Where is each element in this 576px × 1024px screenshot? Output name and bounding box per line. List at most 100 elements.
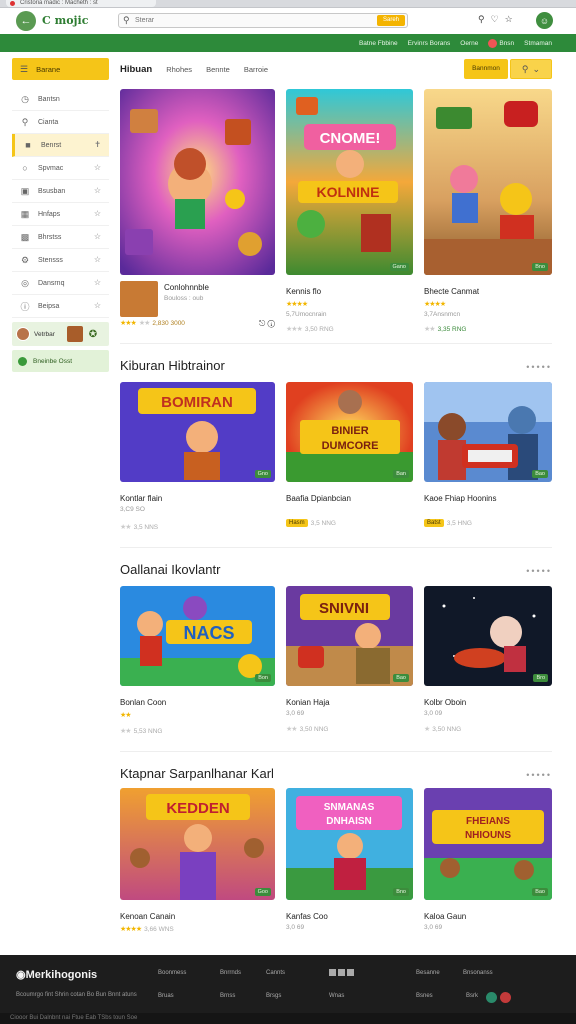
game-card[interactable]: BINIER DUMCORE Ban Baafia Dpianbcian Hasm 3… — [286, 382, 413, 531]
game-cover-image[interactable] — [120, 89, 275, 275]
social-icon[interactable] — [486, 992, 497, 1003]
footer-link[interactable]: Bruas — [158, 993, 174, 999]
game-title[interactable]: Kaloa Gaun — [424, 912, 552, 921]
game-title[interactable]: Conlohnnble — [164, 283, 209, 292]
game-title[interactable]: Kolbr Oboin — [424, 698, 552, 707]
game-cover-image[interactable]: CNOME! KOLNINE Gano — [286, 89, 413, 275]
more-dots-icon[interactable]: ••••• — [526, 362, 552, 372]
footer-link[interactable]: Wnas — [329, 993, 344, 999]
section-title-text: Oallanai Ikovlantr — [120, 561, 221, 577]
tab-bennte[interactable]: Bennte — [206, 65, 230, 74]
footer-logo[interactable]: ◉Merkihogonis — [16, 968, 97, 981]
bookmark-icon[interactable]: ⎋ ⓘ — [259, 319, 275, 329]
sidebar-item-10[interactable]: ⓘ Beipsa ☆ — [12, 295, 109, 318]
game-cover-image[interactable]: KEDDEN Goo — [120, 788, 275, 900]
game-subtitle: 3,C9 SO — [120, 506, 145, 513]
game-title[interactable]: Kontlar flain — [120, 494, 275, 503]
game-cover-image[interactable]: SNMANAS DNHAISN Bno — [286, 788, 413, 900]
browser-tab[interactable]: Cristoria madic : Macheth : st — [6, 0, 156, 7]
game-card[interactable]: NACS Bon Bonlan Coon ★★ ★★ 5,53 NNG — [120, 586, 275, 735]
svg-text:SNMANAS: SNMANAS — [324, 802, 375, 813]
game-title[interactable]: Bonlan Coon — [120, 698, 275, 707]
rating-value: 3,35 RNG — [437, 325, 467, 333]
game-cover-image[interactable]: SNIVNI Bao — [286, 586, 413, 686]
app-store-icon[interactable] — [329, 969, 354, 976]
tab-hibuan[interactable]: Hibuan — [120, 64, 152, 75]
sidebar-item-6[interactable]: ▦ Hnfaps ☆ — [12, 203, 109, 226]
star-icon: ☆ — [93, 278, 101, 287]
nav-link-2[interactable]: Ervinrs Borans — [408, 40, 451, 47]
game-cover-image[interactable]: NACS Bon — [120, 586, 275, 686]
sidebar-user-card[interactable]: Vetrbar ✪ — [12, 322, 109, 346]
nav-link-1[interactable]: Batne Fbbine — [359, 40, 398, 47]
game-rating: Hasm 3,5 NNG — [286, 519, 413, 527]
tab-barroie[interactable]: Barroie — [244, 65, 268, 74]
footer-link[interactable]: Brsgs — [266, 993, 281, 999]
star-icon[interactable]: ☆ — [505, 14, 513, 25]
game-card[interactable]: SNMANAS DNHAISN Bno Kanfas Coo 3,0 69 — [286, 788, 413, 933]
game-title[interactable]: Bhecte Canmat — [424, 287, 552, 296]
game-title[interactable]: Kaoe Fhiap Hoonins — [424, 494, 552, 503]
game-title[interactable]: Kennis flo — [286, 287, 413, 296]
menu-icon[interactable]: ☰ — [20, 64, 28, 75]
search-input[interactable] — [135, 15, 335, 26]
game-title[interactable]: Kenoan Canain — [120, 912, 275, 921]
game-cover-image[interactable]: Bao — [424, 382, 552, 482]
footer-link[interactable]: Boonmess — [158, 970, 186, 976]
game-cover-image[interactable]: BOMIRAN Gno — [120, 382, 275, 482]
bannmon-button[interactable]: Bannmon — [464, 59, 508, 79]
footer-link[interactable]: Besanne — [416, 970, 440, 976]
tab-rhohes[interactable]: Rhohes — [166, 65, 192, 74]
footer-link[interactable]: Brnss — [220, 993, 235, 999]
sidebar-item-4[interactable]: ○ Spvmac ☆ — [12, 157, 109, 180]
star-icon: ✝ — [94, 140, 101, 149]
nav-link-3[interactable]: Oerne — [460, 40, 478, 47]
game-title[interactable]: Baafia Dpianbcian — [286, 494, 413, 503]
sidebar-item-1[interactable]: ◷ Bantsn — [12, 88, 109, 111]
game-card[interactable]: Bno Bhecte Canmat ★★★★ 3,7Ansnmcn ★★ 3,35… — [424, 89, 552, 333]
game-card[interactable]: BOMIRAN Gno Kontlar flain 3,C9 SO ★★ 3,5 N… — [120, 382, 275, 531]
sidebar-item-3[interactable]: ■ Benrst ✝ — [12, 134, 109, 157]
game-card[interactable]: FHEIANS NHIOUNS Bao Kaloa Gaun 3,0 69 — [424, 788, 552, 933]
footer-link[interactable]: Cannts — [266, 970, 285, 976]
footer-link[interactable]: Bnsonanss — [463, 970, 493, 976]
sidebar-item-2[interactable]: ⚲ Cianta — [12, 111, 109, 134]
more-dots-icon[interactable]: ••••• — [526, 770, 552, 780]
footer-link[interactable]: Bsnes — [416, 993, 433, 999]
star-empty-icon: ★★ — [120, 728, 132, 735]
more-dots-icon[interactable]: ••••• — [526, 566, 552, 576]
game-title[interactable]: Kanfas Coo — [286, 912, 413, 921]
sidebar-item-7[interactable]: ▩ Bhrstss ☆ — [12, 226, 109, 249]
game-card[interactable]: Conlohnnble Bouloss : oub ★★★ ★★ 2,830 30… — [120, 89, 275, 333]
game-card[interactable]: SNIVNI Bao Konian Haja 3,0 69 ★★ 3,50 NNG — [286, 586, 413, 735]
game-card[interactable]: CNOME! KOLNINE Gano Kennis flo ★★★★ 5,7Um… — [286, 89, 413, 333]
top-bar: ← C mojic ⚲ Sareh ⚲ ♡ ☆ ☺ — [0, 8, 576, 34]
search-go-button[interactable]: Sareh — [377, 15, 405, 26]
sidebar-header[interactable]: ☰ Barane — [12, 58, 109, 80]
game-title[interactable]: Konian Haja — [286, 698, 413, 707]
game-card[interactable]: Bro Kolbr Oboin 3,0 09 ★ 3,50 NNG — [424, 586, 552, 735]
nav-link-5[interactable]: Stmaman — [524, 40, 552, 47]
section-title-text: Kiburan Hibtrainor — [120, 357, 225, 373]
game-cover-image[interactable]: Bro — [424, 586, 552, 686]
game-cover-image[interactable]: FHEIANS NHIOUNS Bao — [424, 788, 552, 900]
brand-logo[interactable]: C mojic — [42, 14, 88, 27]
footer-link[interactable]: Bsrk — [466, 993, 478, 999]
profile-avatar[interactable]: ☺ — [536, 12, 553, 29]
social-icon[interactable] — [500, 992, 511, 1003]
user-search-icon[interactable]: ⚲ — [478, 14, 485, 25]
search-filter-button[interactable]: ⚲ ⌄ — [510, 59, 552, 79]
sidebar-item-5[interactable]: ▣ Bsusban ☆ — [12, 180, 109, 203]
nav-link-4[interactable]: Bnsn — [488, 38, 514, 48]
footer-link[interactable]: Bnrrnds — [220, 970, 241, 976]
favorite-icon[interactable]: ♡ — [491, 14, 499, 25]
sidebar-item-9[interactable]: ◎ Dansrnq ☆ — [12, 272, 109, 295]
sidebar-cta-button[interactable]: Bneinbe Osst — [12, 350, 109, 372]
sidebar-item-8[interactable]: ⚙ Stensss ☆ — [12, 249, 109, 272]
sidebar-item-label: Spvmac — [38, 164, 64, 172]
back-arrow-icon[interactable]: ← — [16, 11, 36, 31]
game-cover-image[interactable]: Bno — [424, 89, 552, 275]
game-cover-image[interactable]: BINIER DUMCORE Ban — [286, 382, 413, 482]
game-card[interactable]: KEDDEN Goo Kenoan Canain ★★★★ 3,66 WNS — [120, 788, 275, 933]
game-card[interactable]: Bao Kaoe Fhiap Hoonins Batst 3,5 HNG — [424, 382, 552, 531]
